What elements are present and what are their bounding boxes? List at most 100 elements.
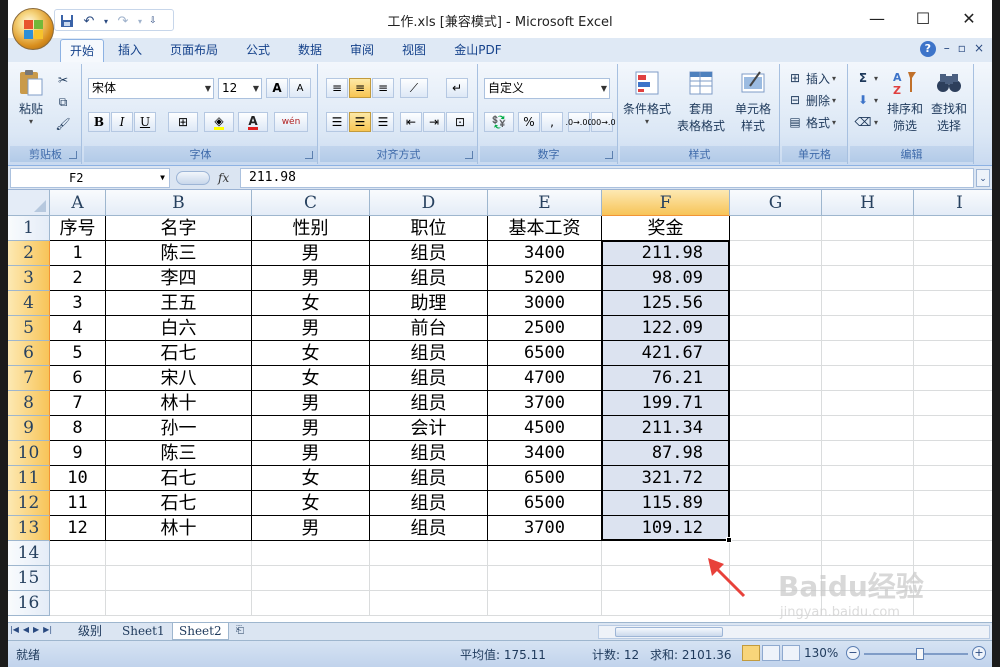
column-header-d[interactable]: D bbox=[370, 190, 488, 216]
first-sheet-icon[interactable]: |◀ bbox=[10, 625, 19, 634]
cell-h6[interactable] bbox=[822, 341, 914, 366]
cell-c9[interactable]: 男 bbox=[252, 416, 370, 441]
italic-button[interactable]: I bbox=[111, 112, 133, 132]
cell-b12[interactable]: 石七 bbox=[106, 491, 252, 516]
tab-view[interactable]: 视图 bbox=[394, 39, 434, 62]
normal-view-icon[interactable] bbox=[742, 645, 760, 661]
align-bottom-button[interactable]: ≡ bbox=[372, 78, 394, 98]
horizontal-scrollbar[interactable] bbox=[598, 625, 990, 639]
format-cells-button[interactable]: ▤ 格式 ▾ bbox=[786, 112, 836, 132]
cell-g4[interactable] bbox=[730, 291, 822, 316]
last-sheet-icon[interactable]: ▶| bbox=[43, 625, 52, 634]
formula-bar-splitter[interactable] bbox=[176, 171, 210, 185]
close-button[interactable]: ✕ bbox=[946, 0, 992, 36]
row-header-1[interactable]: 1 bbox=[8, 216, 50, 241]
cell-f13[interactable]: 109.12 bbox=[602, 516, 730, 541]
column-header-c[interactable]: C bbox=[252, 190, 370, 216]
cell-c6[interactable]: 女 bbox=[252, 341, 370, 366]
delete-cells-button[interactable]: ⊟ 删除 ▾ bbox=[786, 90, 836, 110]
cell-d3[interactable]: 组员 bbox=[370, 266, 488, 291]
cell-c8[interactable]: 男 bbox=[252, 391, 370, 416]
expand-formula-bar-icon[interactable]: ⌄ bbox=[976, 169, 990, 187]
cell-f11[interactable]: 321.72 bbox=[602, 466, 730, 491]
cell-g8[interactable] bbox=[730, 391, 822, 416]
font-name-combo[interactable]: 宋体 ▼ bbox=[88, 78, 214, 99]
zoom-knob[interactable] bbox=[916, 648, 924, 660]
cell-i4[interactable] bbox=[914, 291, 992, 316]
font-color-button[interactable]: A bbox=[238, 112, 268, 132]
cell-c2[interactable]: 男 bbox=[252, 241, 370, 266]
align-middle-button[interactable]: ≡ bbox=[349, 78, 371, 98]
cell-a8[interactable]: 7 bbox=[50, 391, 106, 416]
cell-f7[interactable]: 76.21 bbox=[602, 366, 730, 391]
cell-e15[interactable] bbox=[488, 566, 602, 591]
cell-c1[interactable]: 性别 bbox=[252, 216, 370, 241]
cell-b2[interactable]: 陈三 bbox=[106, 241, 252, 266]
cell-e9[interactable]: 4500 bbox=[488, 416, 602, 441]
cell-g9[interactable] bbox=[730, 416, 822, 441]
cell-f9[interactable]: 211.34 bbox=[602, 416, 730, 441]
row-header-10[interactable]: 10 bbox=[8, 441, 50, 466]
comma-style-button[interactable]: , bbox=[541, 112, 563, 132]
font-name-dropdown-icon[interactable]: ▼ bbox=[205, 79, 211, 98]
cell-a7[interactable]: 6 bbox=[50, 366, 106, 391]
cell-c14[interactable] bbox=[252, 541, 370, 566]
cell-h11[interactable] bbox=[822, 466, 914, 491]
cell-i7[interactable] bbox=[914, 366, 992, 391]
cell-a2[interactable]: 1 bbox=[50, 241, 106, 266]
cell-h12[interactable] bbox=[822, 491, 914, 516]
column-header-g[interactable]: G bbox=[730, 190, 822, 216]
cell-c11[interactable]: 女 bbox=[252, 466, 370, 491]
tab-formulas[interactable]: 公式 bbox=[238, 39, 278, 62]
cell-h5[interactable] bbox=[822, 316, 914, 341]
prev-sheet-icon[interactable]: ◀ bbox=[23, 625, 29, 634]
ribbon-minimize-icon[interactable]: – bbox=[944, 41, 950, 57]
cell-a13[interactable]: 12 bbox=[50, 516, 106, 541]
underline-button[interactable]: U bbox=[134, 112, 156, 132]
sheet-tab-jibie[interactable]: 级别 bbox=[72, 623, 108, 640]
cell-d12[interactable]: 组员 bbox=[370, 491, 488, 516]
cell-f3[interactable]: 98.09 bbox=[602, 266, 730, 291]
cell-f6[interactable]: 421.67 bbox=[602, 341, 730, 366]
formula-input[interactable]: 211.98 bbox=[240, 168, 974, 188]
row-header-6[interactable]: 6 bbox=[8, 341, 50, 366]
conditional-format-dropdown-icon[interactable]: ▾ bbox=[645, 117, 649, 126]
cell-i2[interactable] bbox=[914, 241, 992, 266]
tab-kingsoft-pdf[interactable]: 金山PDF bbox=[446, 39, 510, 62]
merge-center-button[interactable]: ⊡ bbox=[446, 112, 474, 132]
align-center-button[interactable]: ☰ bbox=[349, 112, 371, 132]
cell-d5[interactable]: 前台 bbox=[370, 316, 488, 341]
cell-c15[interactable] bbox=[252, 566, 370, 591]
row-header-4[interactable]: 4 bbox=[8, 291, 50, 316]
row-header-11[interactable]: 11 bbox=[8, 466, 50, 491]
cell-d14[interactable] bbox=[370, 541, 488, 566]
column-header-f[interactable]: F bbox=[602, 190, 730, 216]
cell-h3[interactable] bbox=[822, 266, 914, 291]
cell-c10[interactable]: 男 bbox=[252, 441, 370, 466]
paste-button[interactable]: 粘贴 ▾ bbox=[16, 68, 46, 126]
cell-i16[interactable] bbox=[914, 591, 992, 616]
row-header-2[interactable]: 2 bbox=[8, 241, 50, 266]
format-painter-button[interactable]: 🖌 bbox=[54, 114, 72, 134]
copy-button[interactable]: ⧉ bbox=[54, 92, 72, 112]
cell-e1[interactable]: 基本工资 bbox=[488, 216, 602, 241]
worksheet-grid[interactable]: A B C D E F G H I 1 序号 名字 性别 职位 基本工资 奖金 2 1 陈三男组员 3400 211.9… bbox=[8, 190, 992, 622]
name-box[interactable]: F2 ▼ bbox=[10, 168, 170, 188]
insert-cells-dropdown-icon[interactable]: ▾ bbox=[832, 74, 836, 83]
cell-d16[interactable] bbox=[370, 591, 488, 616]
cell-c12[interactable]: 女 bbox=[252, 491, 370, 516]
cell-b4[interactable]: 王五 bbox=[106, 291, 252, 316]
cell-d2[interactable]: 组员 bbox=[370, 241, 488, 266]
increase-decimal-button[interactable]: .0→.00 bbox=[565, 112, 593, 132]
cell-f1[interactable]: 奖金 bbox=[602, 216, 730, 241]
cell-b7[interactable]: 宋八 bbox=[106, 366, 252, 391]
page-layout-view-icon[interactable] bbox=[762, 645, 780, 661]
cell-d8[interactable]: 组员 bbox=[370, 391, 488, 416]
clear-dropdown-icon[interactable]: ▾ bbox=[874, 118, 878, 127]
cell-h9[interactable] bbox=[822, 416, 914, 441]
cell-d9[interactable]: 会计 bbox=[370, 416, 488, 441]
column-header-i[interactable]: I bbox=[914, 190, 992, 216]
cell-g10[interactable] bbox=[730, 441, 822, 466]
cell-g7[interactable] bbox=[730, 366, 822, 391]
cell-a12[interactable]: 11 bbox=[50, 491, 106, 516]
